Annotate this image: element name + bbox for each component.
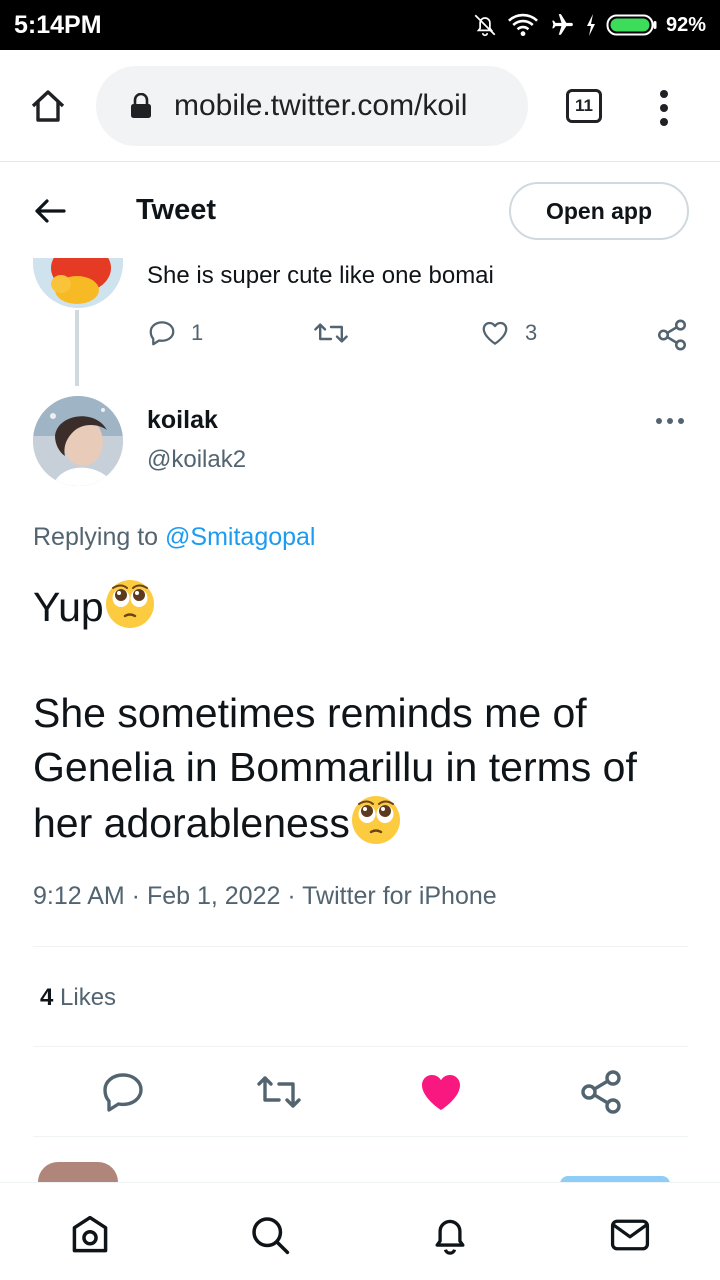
thread-line [75, 310, 79, 386]
replying-to: Replying to @Smitagopal [33, 523, 315, 552]
likes-label: Likes [53, 984, 117, 1011]
lock-icon [131, 93, 151, 118]
tab-count: 11 [575, 96, 593, 115]
author-handle[interactable]: @koilak2 [147, 446, 246, 474]
likes-summary[interactable]: 4 Likes [40, 984, 116, 1012]
home-icon[interactable] [68, 1213, 112, 1257]
tweet-text-yup: Yup [33, 584, 104, 630]
charging-icon [586, 14, 595, 36]
open-app-button[interactable]: Open app [509, 182, 689, 240]
url-text: mobile.twitter.com/koil [174, 89, 468, 122]
divider [33, 946, 688, 947]
tweet-text-line-2: She sometimes reminds me of Genelia in B… [33, 686, 693, 850]
prev-retweet-button[interactable] [313, 318, 349, 348]
bottom-navigation [0, 1182, 720, 1280]
bell-off-icon [474, 14, 496, 37]
pleading-face-emoji-icon [351, 796, 400, 844]
more-options-icon[interactable] [654, 415, 686, 427]
prev-tweet-actions: 1 3 [147, 318, 692, 358]
address-bar[interactable]: mobile.twitter.com/koil [96, 66, 528, 146]
search-icon[interactable] [248, 1213, 292, 1257]
prev-like-count: 3 [525, 320, 538, 345]
share-icon [657, 319, 687, 351]
status-bar: 5:14PM 92% [0, 0, 720, 50]
share-icon[interactable] [577, 1068, 625, 1116]
retweet-icon [314, 323, 348, 343]
divider [33, 1136, 688, 1137]
tweet-actions [33, 1068, 688, 1116]
home-icon[interactable] [28, 86, 68, 126]
tweet-text-body: She sometimes reminds me of Genelia in B… [33, 690, 637, 846]
prev-share-button[interactable] [655, 318, 689, 352]
tweet-text-line-1: Yup [33, 578, 693, 634]
back-arrow-icon[interactable] [32, 196, 68, 226]
wifi-icon [507, 13, 538, 37]
notifications-icon[interactable] [428, 1213, 472, 1257]
avatar[interactable] [33, 396, 123, 486]
battery-icon [606, 14, 657, 36]
status-time: 5:14PM [14, 10, 102, 39]
prev-like-button[interactable]: 3 [479, 318, 537, 348]
tweet-timestamp[interactable]: 9:12 AM · Feb 1, 2022 · Twitter for iPho… [33, 882, 497, 911]
mention-link[interactable]: @Smitagopal [165, 523, 315, 551]
battery-percent: 92% [665, 13, 706, 36]
like-icon[interactable] [417, 1068, 465, 1116]
author-name[interactable]: koilak [147, 406, 218, 435]
retweet-icon[interactable] [255, 1068, 303, 1116]
browser-toolbar: mobile.twitter.com/koil 11 [0, 50, 720, 162]
overflow-menu-icon[interactable] [654, 88, 674, 128]
airplane-icon [552, 14, 573, 35]
divider [33, 1046, 688, 1047]
pleading-face-emoji-icon [105, 580, 154, 628]
tabs-icon[interactable]: 11 [566, 89, 602, 123]
reply-icon [149, 321, 175, 346]
like-icon [482, 321, 508, 345]
next-reply-avatar[interactable] [38, 1162, 118, 1182]
likes-count: 4 [40, 984, 54, 1011]
prev-reply-count: 1 [191, 320, 204, 345]
messages-icon[interactable] [608, 1213, 652, 1257]
prev-tweet-text: She is super cute like one bomai [147, 262, 494, 289]
tweet-header: Tweet Open app [0, 162, 720, 258]
reply-icon[interactable] [99, 1068, 147, 1116]
page-title: Tweet [136, 194, 217, 226]
replying-prefix: Replying to [33, 523, 166, 551]
avatar-image [33, 396, 123, 486]
prev-reply-button[interactable]: 1 [147, 318, 203, 348]
